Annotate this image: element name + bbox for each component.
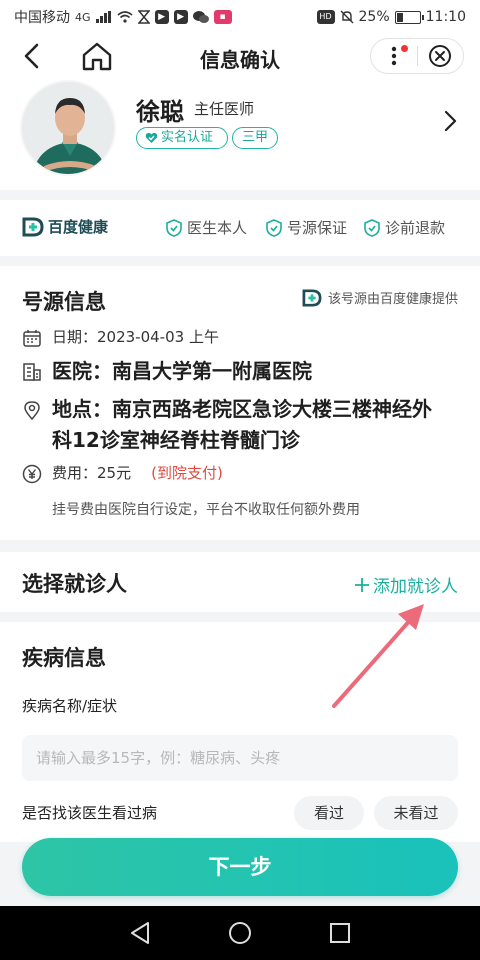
disease-info-title: 疾病信息 bbox=[22, 646, 106, 670]
select-patient-card: 选择就诊人 添加就诊人 bbox=[0, 552, 480, 612]
hospital-level-badge: 三甲 bbox=[232, 127, 278, 149]
carrier-label: 中国移动 bbox=[14, 10, 70, 26]
nav-recents-square-icon[interactable] bbox=[329, 922, 351, 944]
doctor-photo-illustration bbox=[22, 82, 114, 174]
hourglass-icon bbox=[137, 10, 150, 24]
more-button[interactable] bbox=[371, 39, 417, 73]
source-info-title: 号源信息 bbox=[22, 290, 106, 314]
guarantee-label-3: 诊前退款 bbox=[385, 219, 446, 237]
disease-info-card: 疾病信息 疾病名称/症状 是否找该医生看过病 看过 未看过 bbox=[0, 622, 480, 842]
source-note-label: 该号源由百度健康提供 bbox=[327, 292, 458, 307]
guarantee-doctor-self: 医生本人 bbox=[166, 217, 247, 238]
close-button[interactable] bbox=[417, 39, 463, 73]
doctor-avatar bbox=[20, 80, 116, 176]
status-left: 中国移动 4G ▶ ▶ ▪ bbox=[14, 7, 232, 27]
date-row: 日期：2023-04-03 上午 bbox=[22, 326, 219, 348]
nav-back-triangle-icon[interactable] bbox=[129, 921, 151, 945]
nav-bar: 信息确认 bbox=[0, 34, 480, 78]
red-dot-indicator bbox=[401, 45, 408, 52]
wechat-icon bbox=[192, 11, 209, 23]
mute-bell-icon bbox=[340, 10, 354, 24]
guarantee-refund: 诊前退款 bbox=[364, 217, 445, 238]
date-text: 日期：2023-04-03 上午 bbox=[52, 328, 219, 346]
visited-no-button[interactable]: 未看过 bbox=[374, 796, 458, 830]
baidu-health-logo-icon bbox=[22, 217, 44, 236]
guarantee-label-2: 号源保证 bbox=[287, 219, 348, 237]
hd-icon: HD bbox=[316, 10, 335, 24]
status-right: HD 25% 11:10 bbox=[316, 9, 466, 25]
add-patient-button[interactable]: 添加就诊人 bbox=[354, 572, 458, 597]
baidu-health-brand: 百度健康 bbox=[22, 216, 108, 237]
fee-note: 挂号费由医院自行设定，平台不收取任何额外费用 bbox=[52, 502, 360, 518]
yuan-icon bbox=[22, 464, 42, 484]
wifi-icon bbox=[117, 11, 133, 23]
network-label: 4G bbox=[75, 10, 91, 24]
plus-icon bbox=[355, 577, 369, 592]
disease-input[interactable] bbox=[22, 735, 458, 781]
status-bar: 中国移动 4G ▶ ▶ ▪ HD 25% 11:10 bbox=[0, 0, 480, 34]
source-note: 该号源由百度健康提供 bbox=[302, 288, 458, 307]
visited-question: 是否找该医生看过病 bbox=[22, 804, 158, 822]
video-app-icon: ▶ bbox=[173, 10, 188, 24]
add-patient-label: 添加就诊人 bbox=[373, 577, 458, 597]
battery-percent: 25% bbox=[358, 9, 390, 25]
chevron-right-icon[interactable] bbox=[442, 110, 458, 132]
shield-check-icon bbox=[166, 218, 182, 237]
app-notification-icon: ▶ bbox=[154, 10, 169, 24]
clock: 11:10 bbox=[425, 9, 466, 25]
baidu-health-logo-icon bbox=[302, 288, 322, 307]
location-pin-icon bbox=[24, 401, 40, 420]
more-dots-icon bbox=[391, 46, 396, 66]
location-text: 地点：南京西路老院区急诊大楼三楼神经外科12诊室神经脊柱脊髓门诊 bbox=[52, 397, 432, 452]
verified-badge: 实名认证 bbox=[136, 127, 228, 149]
nav-home-circle-icon[interactable] bbox=[228, 921, 252, 945]
fee-payment-tag: (到院支付) bbox=[151, 464, 223, 482]
system-nav-bar bbox=[0, 906, 480, 960]
guarantee-label-1: 医生本人 bbox=[187, 219, 248, 237]
next-step-button[interactable]: 下一步 bbox=[22, 838, 458, 896]
doctor-name: 徐聪 bbox=[136, 98, 184, 126]
fee-row: 费用：25元 (到院支付) bbox=[22, 462, 223, 484]
battery-icon bbox=[394, 10, 424, 24]
building-icon bbox=[23, 363, 41, 381]
heart-check-icon bbox=[145, 132, 158, 143]
select-patient-title: 选择就诊人 bbox=[22, 572, 127, 596]
shield-check-icon bbox=[364, 218, 380, 237]
fee-text: 费用：25元 bbox=[52, 464, 132, 482]
doctor-title: 主任医师 bbox=[194, 100, 255, 118]
hospital-row: 医院：南昌大学第一附属医院 bbox=[22, 356, 442, 387]
shopping-app-icon: ▪ bbox=[213, 10, 232, 24]
verified-badge-label: 实名认证 bbox=[161, 130, 214, 145]
brand-label: 百度健康 bbox=[48, 218, 109, 236]
disease-field-label: 疾病名称/症状 bbox=[22, 697, 118, 715]
guarantee-source: 号源保证 bbox=[266, 217, 347, 238]
calendar-icon bbox=[23, 330, 41, 347]
signal-icon bbox=[95, 11, 111, 23]
visited-yes-button[interactable]: 看过 bbox=[294, 796, 364, 830]
location-row: 地点：南京西路老院区急诊大楼三楼神经外科12诊室神经脊柱脊髓门诊 bbox=[22, 394, 442, 456]
shield-check-icon bbox=[266, 218, 282, 237]
close-circle-icon bbox=[429, 45, 452, 67]
source-info-card: 号源信息 该号源由百度健康提供 日期：2023-04-03 上午 医院：南昌大学… bbox=[0, 266, 480, 540]
guarantee-bar: 百度健康 医生本人 号源保证 诊前退款 bbox=[0, 200, 480, 256]
doctor-card[interactable]: 徐聪 主任医师 实名认证 三甲 bbox=[0, 78, 480, 190]
mini-program-capsule bbox=[370, 38, 464, 74]
hospital-text: 医院：南昌大学第一附属医院 bbox=[52, 359, 312, 383]
